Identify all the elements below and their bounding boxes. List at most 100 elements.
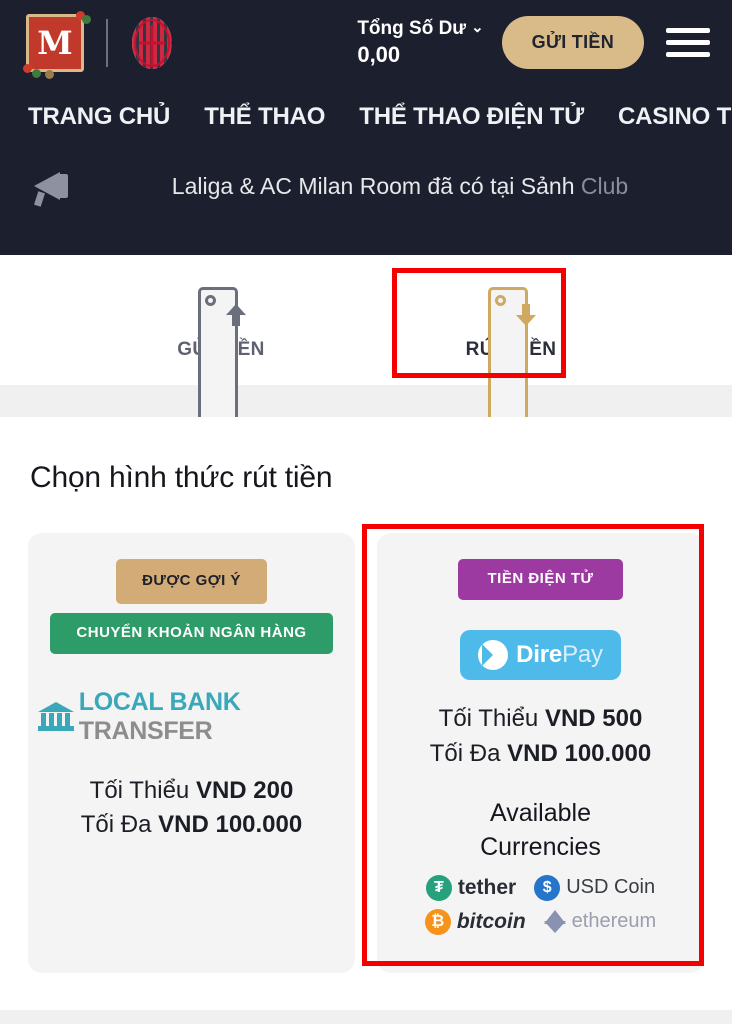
currency-label: ethereum [571,910,657,933]
logo-word-transfer: TRANSFER [78,716,213,745]
tab-deposit[interactable]: GỬI TIỀN [131,273,311,707]
hamburger-bar [666,40,710,45]
arrow-head [516,315,536,326]
minimum-limit-label: Tối Thiểu [89,776,190,804]
section-divider-band [0,385,732,417]
tab-withdraw[interactable]: RÚT TIỀN [421,273,601,707]
ac-milan-crest-icon[interactable] [130,14,174,71]
announcement-bar[interactable]: Laliga & AC Milan Room đã có tại Sảnh Cl… [0,147,732,225]
currency-bitcoin: ₿ bitcoin [424,908,526,935]
currency-tether: ₮ tether [425,874,517,901]
available-currencies-title: Available Currencies [480,797,601,865]
header-right-group: Tổng Số Dư ⌄ 0,00 GỬI TIỀN [357,16,714,69]
logo-decoration-icon [82,14,91,24]
logo-decoration-icon [32,68,41,78]
bank-roof [38,701,74,712]
maximum-limit-label: Tối Đa [429,739,501,767]
header-top-bar: M Tổng Số Dư ⌄ 0,00 GỬI TIỀN [0,0,732,85]
wallet-down-arrow-icon [488,285,536,707]
crest-ring [134,18,170,67]
withdraw-method-list: ĐƯỢC GỢI Ý CHUYỂN KHOẢN NGÂN HÀNG LOCAL … [0,533,732,973]
currency-label: tether [457,875,517,899]
balance-block[interactable]: Tổng Số Dư ⌄ 0,00 [357,17,483,68]
minimum-limit-value: VND 500 [544,704,643,732]
maximum-limit-line: Tối Đa VND 100.000 [430,737,651,772]
available-currencies-line1: Available [489,799,591,828]
balance-value: 0,00 [357,41,401,67]
currency-label: bitcoin [456,909,526,933]
megaphone-icon [28,166,78,207]
nav-item-esports[interactable]: THỂ THAO ĐIỆN TỬ [359,103,584,131]
bank-columns [41,712,71,726]
logo-decoration-icon [45,69,54,79]
logo-word-dire: Dire [516,640,563,668]
hamburger-menu-icon[interactable] [662,24,714,61]
page-bottom-strip [0,1010,732,1024]
bitcoin-icon: ₿ [424,908,451,935]
wallet-coin-shape [495,295,506,306]
balance-label-row[interactable]: Tổng Số Dư ⌄ [357,17,483,41]
main-navigation: TRANG CHỦ THỂ THAO THỂ THAO ĐIỆN TỬ CASI… [0,85,732,147]
logo-decoration-icon [23,63,32,73]
ethereum-icon [543,909,566,935]
local-bank-transfer-logo: LOCAL BANK TRANSFER [38,688,345,746]
arrow-up-icon [226,304,246,326]
maximum-limit-value: VND 100.000 [507,739,652,767]
m-logo-letter: M [37,23,73,62]
badge-method-type: TIỀN ĐIỆN TỬ [457,559,624,600]
megaphone-body [56,174,68,198]
arrow-stem [232,315,240,326]
balance-label: Tổng Số Dư [357,17,467,39]
brand-area[interactable]: M [23,10,174,79]
currency-logo-list: ₮ tether $ USD Coin ₿ bitcoin ethereum [424,874,657,943]
currency-ethereum: ethereum [543,909,657,935]
announcement-text: Laliga & AC Milan Room đã có tại Sảnh Cl… [78,173,712,200]
wallet-up-arrow-icon [198,285,246,707]
currency-label: USD Coin [566,876,656,899]
announcement-text-main: Laliga & AC Milan Room đã có tại Sảnh [171,172,581,199]
bank-building-icon [38,701,74,732]
site-header: M Tổng Số Dư ⌄ 0,00 GỬI TIỀN TRANG CHỦ T… [0,0,732,255]
badge-recommended: ĐƯỢC GỢI Ý [116,559,267,604]
minimum-limit-label: Tối Thiểu [438,704,539,732]
usd-coin-icon: $ [534,874,561,901]
eth-bottom [543,920,566,933]
direpay-logo: DirePay [460,629,621,680]
local-bank-transfer-text: LOCAL BANK TRANSFER [79,688,345,746]
hamburger-bar [666,28,710,33]
chevron-down-icon[interactable]: ⌄ [471,19,484,38]
currency-row: ₮ tether $ USD Coin [425,874,656,901]
hamburger-bar [666,52,710,57]
nav-item-live-casino[interactable]: CASINO TRỰC TUY [618,103,732,131]
currency-row: ₿ bitcoin ethereum [424,908,657,935]
arrow-stem [522,304,530,315]
deposit-button[interactable]: GỬI TIỀN [501,16,644,69]
minimum-limit-value: VND 200 [195,776,294,804]
nav-item-home[interactable]: TRANG CHỦ [28,103,170,131]
badge-method-type: CHUYỂN KHOẢN NGÂN HÀNG [50,612,333,654]
tether-icon: ₮ [425,874,452,901]
available-currencies-line2: Currencies [480,833,601,862]
m-logo[interactable]: M [23,10,91,79]
arrow-down-icon [516,304,536,326]
direpay-mark-icon [478,639,509,670]
bank-base [38,725,74,731]
wallet-coin-shape [205,295,216,306]
withdraw-method-section: Chọn hình thức rút tiền ĐƯỢC GỢI Ý CHUYỂ… [0,417,732,1024]
announcement-text-trailing: Club [580,172,629,199]
logo-word-bank: BANK [169,687,241,716]
method-card-local-bank-transfer[interactable]: ĐƯỢC GỢI Ý CHUYỂN KHOẢN NGÂN HÀNG LOCAL … [28,533,355,973]
logo-word-local: LOCAL [78,687,163,716]
page-title: Chọn hình thức rút tiền [30,461,333,494]
maximum-limit-value: VND 100.000 [158,811,303,839]
method-card-direpay-crypto[interactable]: TIỀN ĐIỆN TỬ DirePay Tối Thiểu VND 500 T… [377,533,704,973]
minimum-limit-line: Tối Thiểu VND 500 [439,702,643,737]
maximum-limit-line: Tối Đa VND 100.000 [81,808,302,843]
arrow-head [226,304,246,315]
transaction-tabs: GỬI TIỀN RÚT TIỀN [0,255,732,707]
currency-usd-coin: $ USD Coin [534,874,656,901]
brand-divider [106,18,108,67]
direpay-wordmark: DirePay [516,641,603,669]
nav-item-sports[interactable]: THỂ THAO [204,103,325,131]
minimum-limit-line: Tối Thiểu VND 200 [90,774,294,809]
